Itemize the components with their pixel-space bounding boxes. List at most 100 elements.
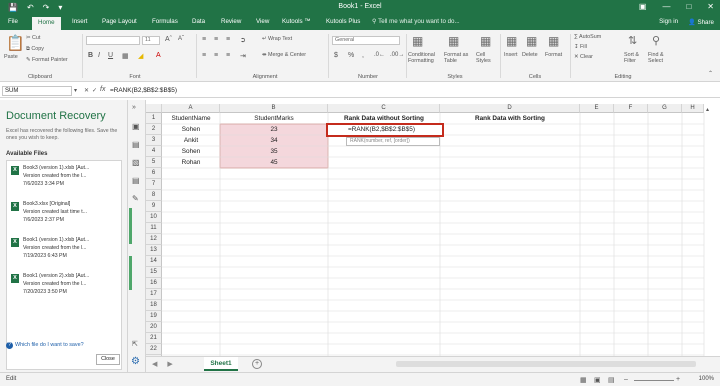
cell-styles-icon[interactable]: ▦ bbox=[480, 34, 491, 48]
orientation-icon[interactable]: ➲ bbox=[240, 36, 246, 44]
maximize-icon[interactable]: □ bbox=[686, 2, 691, 11]
row-header-19[interactable]: 19 bbox=[146, 311, 162, 322]
recovered-file-item[interactable]: X Book1 (version 1).xlsb [Aut... Version… bbox=[11, 237, 119, 277]
delete-cells-button[interactable]: Delete bbox=[522, 52, 538, 58]
paste-icon[interactable]: 📋 bbox=[6, 34, 25, 52]
cell-b3[interactable]: 34 bbox=[220, 135, 328, 146]
resize-icon[interactable]: ⇱ bbox=[132, 340, 138, 348]
cell-a4[interactable]: Sohen bbox=[162, 146, 220, 157]
font-color-icon[interactable]: A bbox=[156, 52, 161, 59]
column-header-a[interactable]: A bbox=[162, 104, 220, 113]
recovered-file-item[interactable]: X Book3 (version 1).xlsb [Aut... Version… bbox=[11, 165, 119, 205]
workbook-icon[interactable]: ▤ bbox=[132, 140, 140, 149]
tab-view[interactable]: View bbox=[256, 18, 269, 25]
column-header-d[interactable]: D bbox=[440, 104, 580, 113]
row-header-8[interactable]: 8 bbox=[146, 190, 162, 201]
tab-kutools-plus[interactable]: Kutools Plus bbox=[326, 18, 360, 25]
format-cells-button[interactable]: Format bbox=[545, 52, 562, 58]
indent-icon[interactable]: ⇥ bbox=[240, 52, 246, 60]
enter-entry-icon[interactable]: ✓ bbox=[92, 87, 97, 94]
tab-page-layout[interactable]: Page Layout bbox=[102, 18, 137, 25]
row-header-3[interactable]: 3 bbox=[146, 135, 162, 146]
borders-icon[interactable]: ▦ bbox=[122, 52, 129, 60]
percent-button[interactable]: % bbox=[348, 52, 354, 59]
sort-filter-icon[interactable]: ⇅ bbox=[628, 34, 637, 47]
grow-font-icon[interactable]: Aˆ bbox=[165, 36, 172, 43]
horizontal-scrollbar[interactable] bbox=[396, 361, 696, 367]
recovered-file-item[interactable]: X Book1 (version 2).xlsb [Aut... Version… bbox=[11, 273, 119, 313]
autotext-icon[interactable]: ✎ bbox=[132, 194, 139, 203]
clear-button[interactable]: ✕ Clear bbox=[574, 54, 593, 60]
row-header-14[interactable]: 14 bbox=[146, 256, 162, 267]
left-align-icon[interactable]: ≡ bbox=[202, 52, 206, 59]
increase-decimal-icon[interactable]: .0← bbox=[374, 52, 385, 58]
autosum-button[interactable]: ∑ AutoSum bbox=[574, 34, 601, 40]
cell-d1[interactable]: Rank Data with Sorting bbox=[440, 113, 580, 124]
insert-cells-icon[interactable]: ▦ bbox=[506, 34, 517, 48]
row-header-2[interactable]: 2 bbox=[146, 124, 162, 135]
zoom-out-icon[interactable]: – bbox=[624, 376, 628, 383]
fill-button[interactable]: ↧ Fill bbox=[574, 44, 587, 50]
delete-cells-icon[interactable]: ▦ bbox=[526, 34, 537, 48]
cancel-entry-icon[interactable]: ✕ bbox=[84, 87, 89, 94]
settings-icon[interactable]: ⚙ bbox=[131, 356, 140, 367]
bold-button[interactable]: B bbox=[88, 52, 93, 59]
row-header-12[interactable]: 12 bbox=[146, 234, 162, 245]
select-all-corner[interactable] bbox=[146, 104, 162, 113]
next-sheet-icon[interactable]: ▶ bbox=[167, 360, 172, 368]
row-header-9[interactable]: 9 bbox=[146, 201, 162, 212]
row-header-7[interactable]: 7 bbox=[146, 179, 162, 190]
scroll-up-icon[interactable]: ▴ bbox=[706, 106, 709, 113]
active-cell-editor[interactable]: =RANK(B2,$B$2:$B$5) bbox=[326, 123, 444, 137]
column-header-b[interactable]: B bbox=[220, 104, 328, 113]
paste-label[interactable]: Paste bbox=[4, 54, 18, 60]
prev-sheet-icon[interactable]: ◀ bbox=[152, 360, 157, 368]
row-header-21[interactable]: 21 bbox=[146, 333, 162, 344]
tab-data[interactable]: Data bbox=[192, 18, 205, 25]
column-header-h[interactable]: H bbox=[682, 104, 704, 113]
cell-a1[interactable]: StudentName bbox=[162, 113, 220, 124]
row-header-11[interactable]: 11 bbox=[146, 223, 162, 234]
page-layout-view-icon[interactable]: ▣ bbox=[594, 376, 601, 384]
fill-color-icon[interactable]: ◢ bbox=[138, 52, 143, 60]
italic-button[interactable]: I bbox=[98, 52, 100, 59]
cut-button[interactable]: ✂ Cut bbox=[26, 35, 40, 41]
middle-align-icon[interactable]: ≡ bbox=[214, 36, 218, 43]
page-break-view-icon[interactable]: ▤ bbox=[608, 376, 615, 384]
top-align-icon[interactable]: ≡ bbox=[202, 36, 206, 43]
row-header-18[interactable]: 18 bbox=[146, 300, 162, 311]
row-header-22[interactable]: 22 bbox=[146, 344, 162, 355]
row-header-17[interactable]: 17 bbox=[146, 289, 162, 300]
underline-button[interactable]: U bbox=[108, 52, 113, 59]
tab-review[interactable]: Review bbox=[221, 18, 241, 25]
right-align-icon[interactable]: ≡ bbox=[226, 52, 230, 59]
normal-view-icon[interactable]: ▦ bbox=[580, 376, 587, 384]
font-size-box[interactable]: 11 bbox=[142, 36, 160, 45]
sheet-tab-sheet1[interactable]: Sheet1 bbox=[204, 357, 238, 371]
column-header-g[interactable]: G bbox=[648, 104, 682, 113]
cell-a3[interactable]: Ankit bbox=[162, 135, 220, 146]
row-header-13[interactable]: 13 bbox=[146, 245, 162, 256]
row-header-4[interactable]: 4 bbox=[146, 146, 162, 157]
center-align-icon[interactable]: ≡ bbox=[214, 52, 218, 59]
row-header-1[interactable]: 1 bbox=[146, 113, 162, 124]
close-recovery-button[interactable]: Close bbox=[96, 354, 120, 365]
close-window-icon[interactable]: ✕ bbox=[707, 2, 714, 11]
tab-file[interactable]: File bbox=[8, 18, 18, 25]
kutools-nav-icon[interactable]: ▣ bbox=[132, 122, 140, 131]
collapse-ribbon-icon[interactable]: ⌃ bbox=[708, 70, 713, 77]
wrap-text-button[interactable]: ↵ Wrap Text bbox=[262, 36, 292, 42]
conditional-formatting-button[interactable]: Conditional Formatting bbox=[408, 52, 442, 64]
insert-cells-button[interactable]: Insert bbox=[504, 52, 517, 58]
ribbon-options-icon[interactable]: ▣ bbox=[639, 2, 647, 11]
decrease-decimal-icon[interactable]: .00→ bbox=[390, 52, 404, 58]
format-cells-icon[interactable]: ▦ bbox=[548, 34, 559, 48]
find-select-icon[interactable]: ⚲ bbox=[652, 34, 660, 47]
row-header-16[interactable]: 16 bbox=[146, 278, 162, 289]
cell-b2[interactable]: 23 bbox=[220, 124, 328, 135]
tab-kutools[interactable]: Kutools ™ bbox=[282, 18, 311, 25]
which-file-help-link[interactable]: ? Which file do I want to save? bbox=[6, 342, 84, 349]
merge-center-button[interactable]: ⇼ Merge & Center bbox=[262, 52, 306, 58]
zoom-slider[interactable] bbox=[634, 380, 674, 381]
cell-b4[interactable]: 35 bbox=[220, 146, 328, 157]
